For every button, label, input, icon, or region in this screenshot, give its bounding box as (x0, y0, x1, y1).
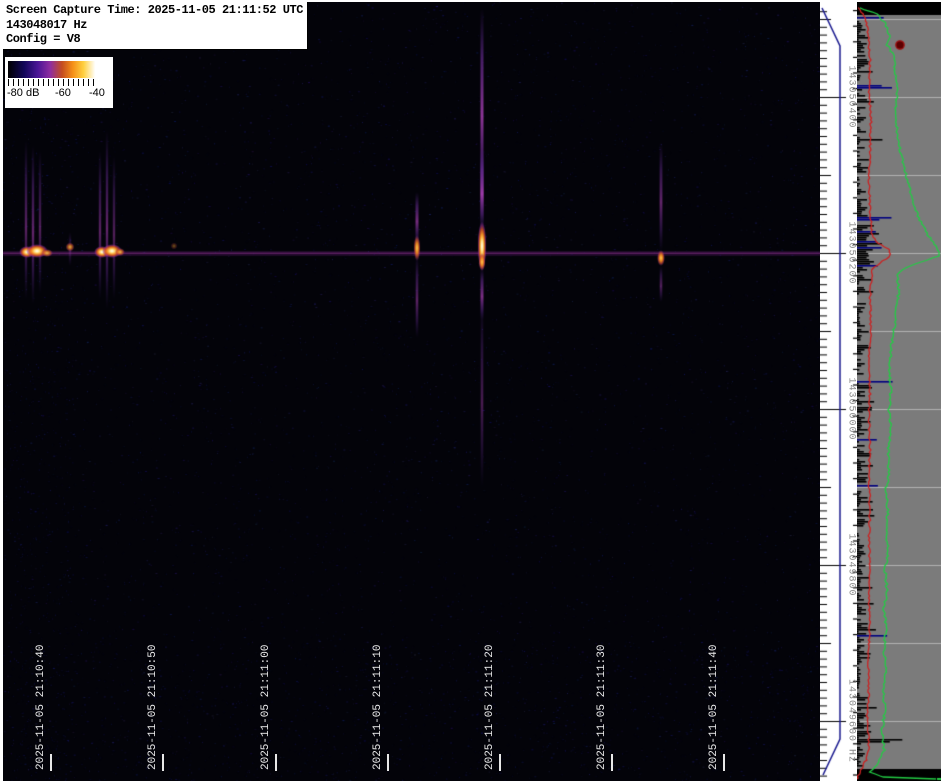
colorbar-label-max: -40 (89, 87, 105, 99)
time-axis-label: 2025-11-05 21:11:30 (596, 645, 608, 770)
freq-axis-label: 143050400 (846, 65, 857, 128)
time-axis-tick (275, 754, 277, 771)
colorbar-ruler-ticks (8, 79, 98, 86)
time-axis-label: 2025-11-05 21:10:40 (35, 645, 47, 770)
time-axis-tick (723, 754, 725, 771)
time-axis-label: 2025-11-05 21:11:20 (484, 645, 496, 770)
spectrum-panel-canvas[interactable] (857, 2, 941, 781)
capture-frequency-text: 143048017 Hz (6, 18, 303, 33)
spectrogram-canvas[interactable] (3, 2, 820, 781)
time-axis-label: 2025-11-05 21:10:50 (147, 645, 159, 770)
colorbar-legend: -80 dB -60 -40 (5, 57, 113, 108)
colorbar-labels: -80 dB -60 -40 (5, 86, 113, 100)
time-axis-tick (162, 754, 164, 771)
capture-config-text: Config = V8 (6, 32, 303, 47)
time-axis-tick (499, 754, 501, 771)
colorbar-label-min: -80 dB (7, 87, 39, 99)
colorbar-gradient (8, 61, 98, 78)
colorbar-label-mid: -60 (55, 87, 71, 99)
time-axis-label: 2025-11-05 21:11:00 (260, 645, 272, 770)
capture-info-box: Screen Capture Time: 2025-11-05 21:11:52… (3, 2, 308, 50)
time-axis-label: 2025-11-05 21:11:10 (372, 645, 384, 770)
freq-axis-label: 143050000 (846, 377, 857, 440)
time-axis-tick (50, 754, 52, 771)
screen-capture: Screen Capture Time: 2025-11-05 21:11:52… (0, 0, 941, 783)
freq-axis-label: 143050200 (846, 221, 857, 284)
time-axis-tick (611, 754, 613, 771)
freq-axis-label: 143049800 (846, 533, 857, 596)
capture-time-text: Screen Capture Time: 2025-11-05 21:11:52… (6, 3, 303, 18)
time-axis-label: 2025-11-05 21:11:40 (708, 645, 720, 770)
freq-axis-label: 143049600 Hz (846, 679, 857, 763)
time-axis-tick (387, 754, 389, 771)
